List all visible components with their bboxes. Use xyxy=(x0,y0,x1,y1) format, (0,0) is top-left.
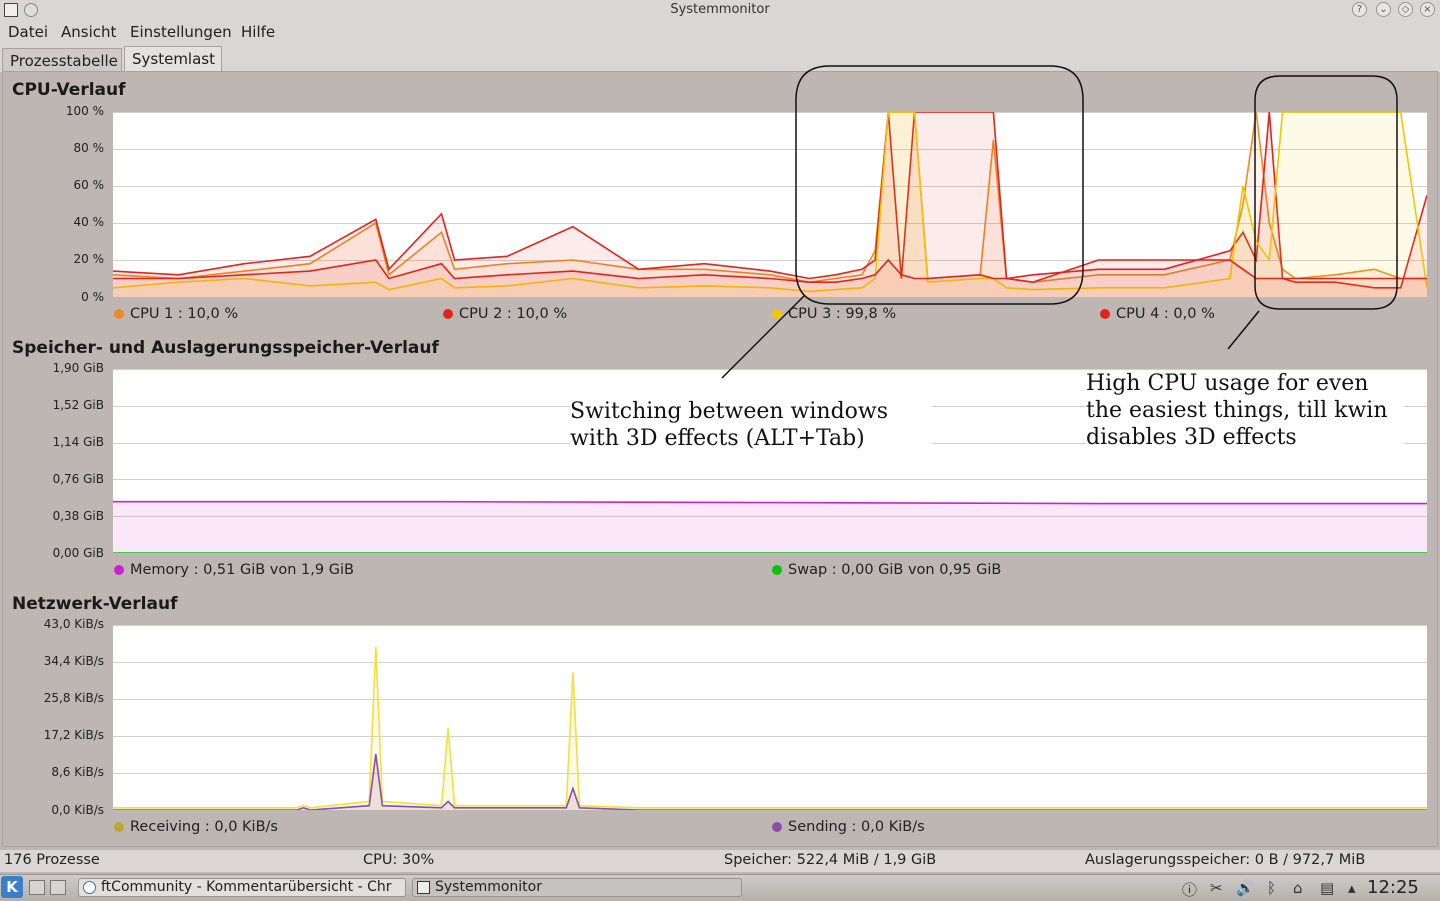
status-bar: 176 Prozesse CPU: 30% Speicher: 522,4 Mi… xyxy=(0,850,1440,872)
browser-icon xyxy=(83,881,96,894)
taskbar-task-label: Systemmonitor xyxy=(435,879,542,895)
volume-icon[interactable]: 🔊 xyxy=(1236,879,1255,897)
switching-annotation-line: Switching between windows xyxy=(570,399,889,424)
taskbar-clock[interactable]: 12:25 xyxy=(1367,877,1419,898)
clipboard-scissors-icon[interactable]: ✂ xyxy=(1210,879,1223,897)
taskbar: K ftCommunity - Kommentarübersicht - Chr… xyxy=(0,874,1440,901)
device-notifier-icon[interactable]: ⌂ xyxy=(1293,879,1303,897)
status-cpu: CPU: 30% xyxy=(363,852,435,868)
status-swap: Auslagerungsspeicher: 0 B / 972,7 MiB xyxy=(1085,852,1366,868)
status-memory: Speicher: 522,4 MiB / 1,9 GiB xyxy=(724,852,937,868)
tray-expand-icon[interactable]: ▴ xyxy=(1348,879,1356,897)
status-processes: 176 Prozesse xyxy=(4,852,100,868)
high-cpu-annotation-line: the easiest things, till kwin xyxy=(1086,398,1388,423)
desktop-pager-icon[interactable] xyxy=(50,880,66,895)
kde-menu-icon[interactable]: K xyxy=(1,876,23,898)
taskbar-task-browser[interactable]: ftCommunity - Kommentarübersicht - Chr xyxy=(78,878,406,897)
switching-highlight-box xyxy=(795,65,1084,305)
desktop-pager-icon[interactable] xyxy=(29,880,45,895)
systemmonitor-icon xyxy=(417,881,430,894)
taskbar-task-label: ftCommunity - Kommentarübersicht - Chr xyxy=(101,879,392,895)
high-cpu-annotation: High CPU usage for even the easiest thin… xyxy=(1086,370,1404,451)
switching-annotation-line: with 3D effects (ALT+Tab) xyxy=(570,426,865,451)
switching-annotation: Switching between windows with 3D effect… xyxy=(570,398,932,452)
info-icon[interactable]: ⓘ xyxy=(1182,879,1197,900)
battery-icon[interactable]: ▤ xyxy=(1320,879,1334,897)
taskbar-task-systemmonitor[interactable]: Systemmonitor xyxy=(412,878,742,897)
switching-pointer-line xyxy=(721,295,805,379)
high-cpu-annotation-line: High CPU usage for even xyxy=(1086,371,1369,396)
high-cpu-highlight-box xyxy=(1254,75,1398,310)
high-cpu-annotation-line: disables 3D effects xyxy=(1086,425,1297,450)
bluetooth-icon[interactable]: ᛒ xyxy=(1267,879,1276,897)
high-cpu-pointer-line xyxy=(1227,310,1260,350)
